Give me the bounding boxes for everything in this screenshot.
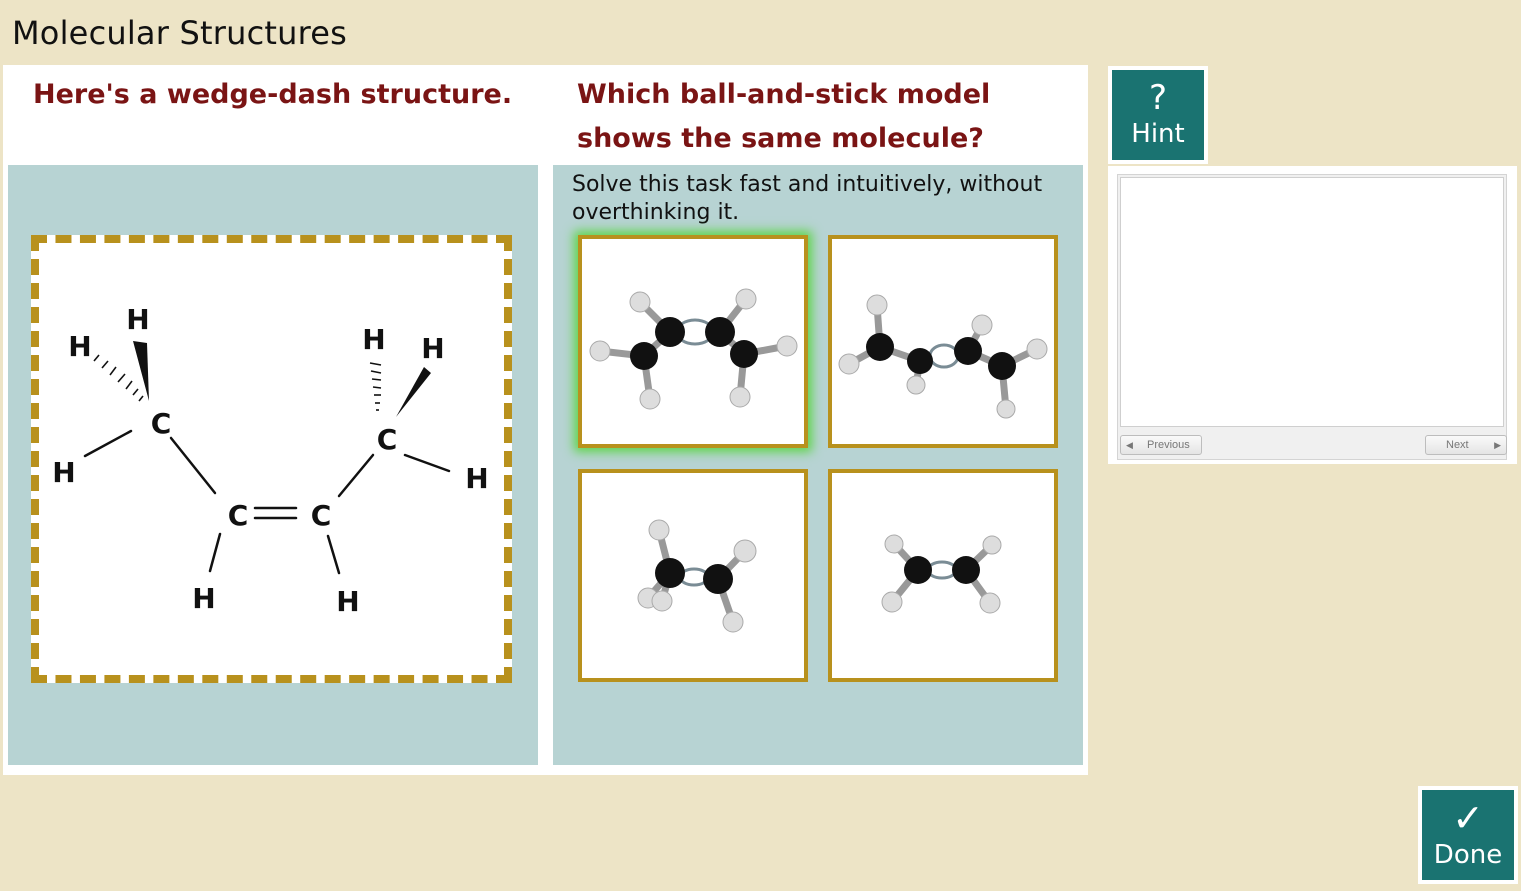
previous-button[interactable]: ◀ Previous xyxy=(1120,435,1202,455)
atom-c-4: C xyxy=(377,423,398,456)
ball-and-stick-model-2 xyxy=(838,294,1048,419)
prompt-right: Which ball-and-stick model shows the sam… xyxy=(577,79,991,154)
instruction-text: Solve this task fast and intuitively, wi… xyxy=(572,172,1043,225)
question-mark-icon: ? xyxy=(1148,78,1168,118)
choice-1[interactable] xyxy=(578,235,808,448)
hint-label: Hint xyxy=(1131,119,1185,149)
atom-c-1: C xyxy=(151,407,172,440)
checkmark-icon: ✓ xyxy=(1452,796,1484,840)
ball-and-stick-model-4 xyxy=(881,534,1002,614)
atom-h-2: H xyxy=(68,330,91,363)
atom-h-3: H xyxy=(52,456,75,489)
done-button[interactable]: ✓ Done xyxy=(1418,786,1518,884)
next-button[interactable]: Next ▶ xyxy=(1425,435,1507,455)
hint-panel: ◀ Previous Next ▶ xyxy=(1108,166,1517,464)
atom-h-5: H xyxy=(336,585,359,618)
hint-button-face: ? Hint xyxy=(1112,70,1204,160)
atom-h-4: H xyxy=(192,582,215,615)
choice-4[interactable] xyxy=(828,469,1058,682)
task-panel: Here's a wedge-dash structure. Which bal… xyxy=(3,65,1088,775)
arrow-left-icon: ◀ xyxy=(1126,440,1133,450)
hint-content xyxy=(1120,177,1504,427)
hint-button[interactable]: ? Hint xyxy=(1108,66,1208,164)
choices-area: Solve this task fast and intuitively, wi… xyxy=(553,165,1083,765)
done-label: Done xyxy=(1433,840,1503,870)
atom-c-2: C xyxy=(228,499,249,532)
ball-and-stick-model-3 xyxy=(637,519,757,633)
hint-viewer: ◀ Previous Next ▶ xyxy=(1117,174,1507,460)
arrow-right-icon: ▶ xyxy=(1494,440,1501,450)
page-title: Molecular Structures xyxy=(12,14,347,52)
wedge-dash-diagram: C C C C H H H H H H H H xyxy=(52,303,488,618)
wedge-dash-structure: C C C C H H H H H H H H xyxy=(31,235,512,683)
choice-3[interactable] xyxy=(578,469,808,682)
done-button-face: ✓ Done xyxy=(1422,790,1514,880)
atom-h-1: H xyxy=(126,303,149,336)
atom-h-7: H xyxy=(421,332,444,365)
atom-c-3: C xyxy=(311,499,332,532)
choice-2[interactable] xyxy=(828,235,1058,448)
next-label: Next xyxy=(1446,439,1469,451)
atom-h-6: H xyxy=(362,323,385,356)
atom-h-8: H xyxy=(465,462,488,495)
previous-label: Previous xyxy=(1147,439,1190,451)
ball-and-stick-model-1 xyxy=(589,288,798,410)
structure-area: C C C C H H H H H H H H xyxy=(8,165,538,765)
prompt-left: Here's a wedge-dash structure. xyxy=(33,79,513,110)
